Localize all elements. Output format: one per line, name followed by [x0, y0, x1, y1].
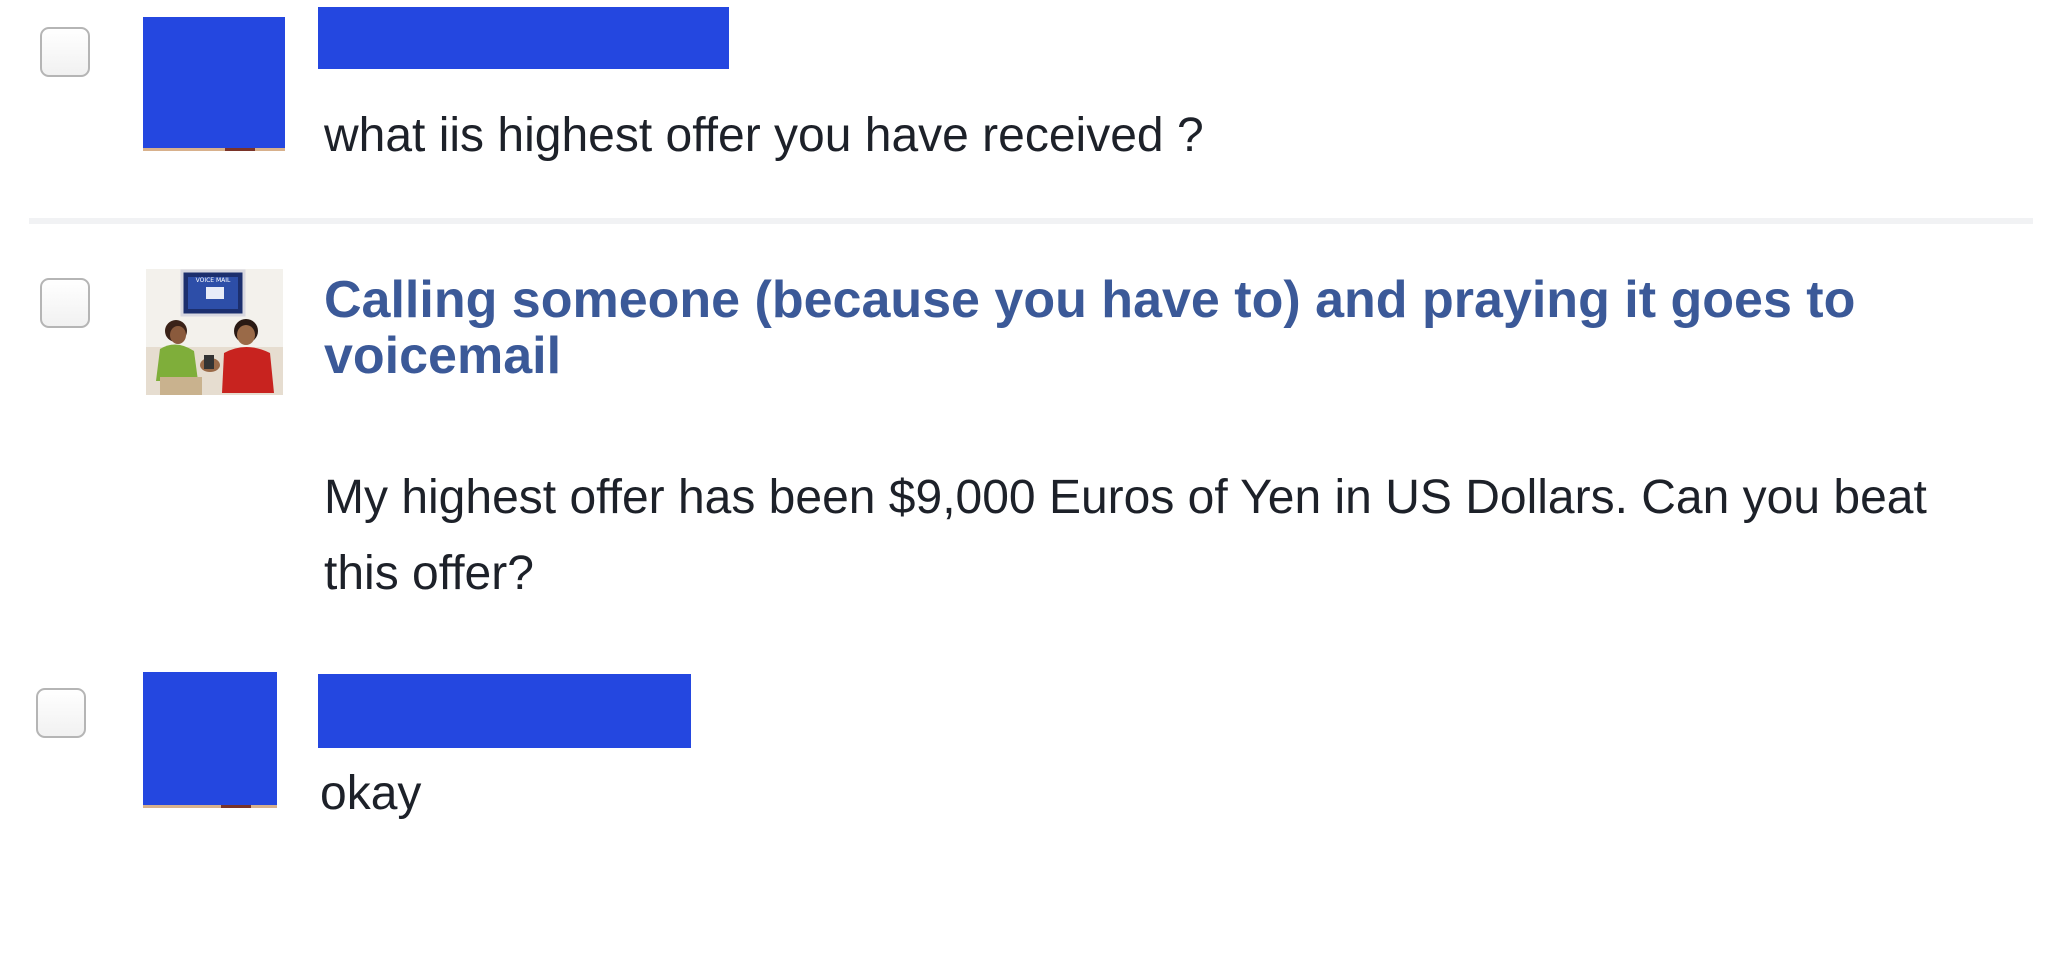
voicemail-photo-icon: VOICE MAIL: [146, 269, 283, 403]
avatar-edge: [225, 148, 256, 151]
sign-text: VOICE MAIL: [196, 277, 231, 284]
sender-name-redacted[interactable]: [318, 674, 691, 748]
message-text: My highest offer has been $9,000 Euros o…: [324, 471, 1941, 600]
message-row: okay: [0, 660, 2071, 860]
avatar[interactable]: [143, 672, 277, 808]
sender-name-redacted[interactable]: [318, 7, 729, 69]
select-checkbox[interactable]: [40, 27, 90, 77]
message-row: what iis highest offer you have received…: [0, 0, 2071, 218]
avatar[interactable]: [143, 17, 285, 151]
sender-name-link[interactable]: Calling someone (because you have to) an…: [324, 272, 2024, 384]
message-text: okay: [320, 767, 422, 820]
message-text: what iis highest offer you have received…: [324, 109, 1204, 162]
select-checkbox[interactable]: [36, 688, 86, 738]
avatar[interactable]: VOICE MAIL: [146, 269, 283, 403]
avatar-edge: [220, 805, 251, 808]
avatar-edge: [143, 805, 277, 808]
select-checkbox[interactable]: [40, 278, 90, 328]
message-row: VOICE MAIL Calling someone (because you …: [0, 224, 2071, 644]
avatar-edge: [143, 148, 285, 151]
